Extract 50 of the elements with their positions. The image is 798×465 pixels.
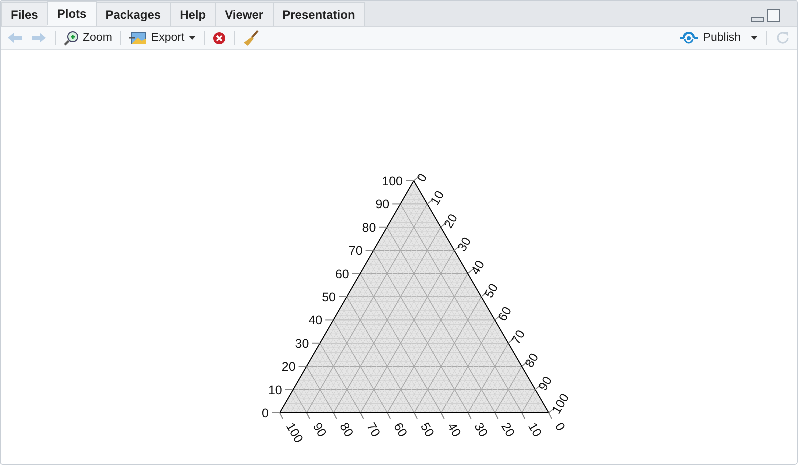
caret-icon bbox=[751, 36, 758, 40]
left-arrow-icon bbox=[7, 32, 23, 44]
axis-label: 50 bbox=[418, 420, 437, 440]
axis-label: 0 bbox=[414, 171, 430, 184]
axis-label: 30 bbox=[472, 420, 491, 440]
axis-label: 40 bbox=[444, 420, 464, 440]
axis-label: 30 bbox=[295, 336, 310, 351]
axis-label: 10 bbox=[268, 383, 282, 398]
axis-label: 80 bbox=[522, 351, 542, 370]
axis-label: 40 bbox=[308, 314, 323, 328]
window-controls-icon[interactable] bbox=[751, 9, 781, 24]
axis-label: 70 bbox=[508, 328, 528, 347]
axis-label: 0 bbox=[552, 420, 568, 434]
axis-label: 90 bbox=[376, 198, 390, 212]
axis-label: 80 bbox=[337, 420, 356, 440]
axis-label: 80 bbox=[362, 220, 376, 235]
publish-icon bbox=[679, 32, 700, 44]
zoom-icon bbox=[64, 30, 79, 46]
axis-label: 70 bbox=[364, 420, 384, 440]
axis-label: 20 bbox=[282, 360, 296, 374]
axis-label: 90 bbox=[310, 420, 330, 440]
axis-label: 60 bbox=[391, 420, 410, 440]
axis-label: 20 bbox=[498, 420, 518, 440]
tab[interactable]: Packages bbox=[96, 2, 172, 26]
axis-label: 70 bbox=[348, 244, 363, 258]
tab[interactable]: Plots bbox=[47, 1, 97, 26]
axis-label: 60 bbox=[336, 267, 350, 282]
export-button[interactable]: Export bbox=[127, 28, 198, 48]
publish-button[interactable]: Publish bbox=[677, 28, 760, 48]
axis-label: 50 bbox=[322, 290, 336, 304]
axis-label: 10 bbox=[428, 188, 448, 208]
zoom-button[interactable]: Zoom bbox=[62, 28, 114, 48]
axis-label: 0 bbox=[262, 406, 269, 420]
axis-label: 60 bbox=[495, 304, 515, 324]
tab[interactable]: Presentation bbox=[272, 2, 366, 26]
tab[interactable]: Help bbox=[170, 2, 216, 26]
axis-label: 40 bbox=[468, 258, 488, 278]
axis-label: 100 bbox=[382, 174, 403, 188]
axis-label: 20 bbox=[441, 212, 461, 231]
axis-label: 50 bbox=[482, 281, 502, 300]
axis-label: 100 bbox=[283, 420, 306, 446]
image-icon bbox=[129, 32, 148, 45]
right-arrow-icon bbox=[31, 32, 47, 44]
tab[interactable]: Viewer bbox=[215, 2, 274, 26]
axis-label: 90 bbox=[536, 374, 556, 394]
caret-icon bbox=[188, 36, 196, 40]
axis-label: 10 bbox=[526, 420, 545, 440]
axis-label: 30 bbox=[454, 235, 474, 254]
tab[interactable]: Files bbox=[1, 2, 48, 26]
axis-label: 100 bbox=[549, 391, 572, 416]
